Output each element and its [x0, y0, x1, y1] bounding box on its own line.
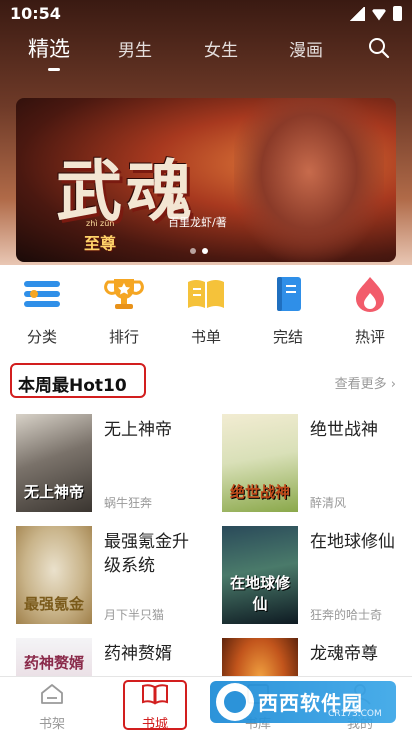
signal-icon	[349, 6, 365, 21]
category-shortcuts: 分类 排行 书单 完结 热评	[0, 272, 412, 352]
category-label: 书单	[190, 328, 221, 346]
nav-tab-male[interactable]: 男生	[118, 36, 152, 61]
book-author: 月下半只猫	[104, 608, 165, 622]
tab-bookshelf[interactable]: 书架	[20, 683, 84, 732]
book-cover	[222, 638, 298, 680]
site-watermark: 西西软件园 CR173.COM	[210, 681, 396, 723]
book-item[interactable]: 无上神帝 无上神帝 蜗牛狂奔	[16, 414, 216, 514]
active-tab-highlight	[123, 680, 187, 730]
promo-banner[interactable]: 武魂 zhì zūn 至尊 百里龙虾/著	[16, 98, 396, 262]
status-icons	[349, 6, 402, 21]
book-title: 绝世战神	[310, 420, 378, 440]
book-item[interactable]: 龙魂帝尊	[222, 638, 412, 680]
category-label: 分类	[26, 328, 57, 346]
book-item[interactable]: 在地球修仙 在地球修仙 狂奔的哈士奇	[222, 526, 412, 626]
banner-author: 百里龙虾/著	[168, 216, 227, 229]
book-title: 龙魂帝尊	[310, 644, 378, 664]
category-classify[interactable]: 分类	[12, 276, 72, 347]
bookshelf-icon	[41, 684, 63, 704]
category-booklist[interactable]: 书单	[176, 276, 236, 347]
category-label: 完结	[272, 328, 303, 346]
book-title: 无上神帝	[104, 420, 172, 440]
banner-pager	[190, 248, 208, 254]
banner-subtitle: 至尊	[84, 234, 117, 253]
section-title: 本周最Hot10	[18, 376, 127, 396]
see-more-link[interactable]: 查看更多 ›	[335, 373, 396, 392]
status-time: 10:54	[10, 4, 61, 23]
trophy-icon	[104, 279, 144, 309]
pager-dot-active[interactable]	[202, 248, 208, 254]
book-item[interactable]: 绝世战神 绝世战神 醉清风	[222, 414, 412, 514]
category-ranking[interactable]: 排行	[94, 276, 154, 347]
category-completed[interactable]: 完结	[258, 276, 318, 347]
book-cover: 药神赘婿	[16, 638, 92, 680]
book-cover: 绝世战神	[222, 414, 298, 512]
banner-pinyin: zhì zūn	[86, 219, 115, 228]
nav-tab-female[interactable]: 女生	[204, 36, 238, 61]
book-author: 醉清风	[310, 496, 347, 510]
chevron-right-icon: ›	[390, 377, 396, 392]
book-author: 蜗牛狂奔	[104, 496, 153, 510]
book-title: 在地球修仙	[310, 532, 395, 552]
top-nav: 精选 男生 女生 漫画	[0, 32, 412, 72]
pager-dot[interactable]	[190, 248, 196, 254]
category-hot-reviews[interactable]: 热评	[340, 276, 400, 347]
hot-book-grid: 无上神帝 无上神帝 蜗牛狂奔 绝世战神 绝世战神 醉清风 最强氪金 最强氪金升级…	[0, 412, 412, 680]
book-author: 狂奔的哈士奇	[310, 608, 383, 622]
nav-tab-featured[interactable]: 精选	[28, 33, 70, 63]
book-title: 最强氪金升级系统	[104, 532, 189, 576]
book-title: 药神赘婿	[104, 644, 172, 664]
app-screen: 10:54 精选 男生 女生 漫画 武魂 zhì zūn 至尊 百里龙虾/著 分…	[0, 0, 412, 732]
book-item[interactable]: 药神赘婿 药神赘婿	[16, 638, 216, 680]
nav-tab-comics[interactable]: 漫画	[289, 36, 323, 61]
book-cover: 无上神帝	[16, 414, 92, 512]
banner-character-art	[234, 98, 384, 262]
watermark-url: CR173.COM	[328, 709, 382, 719]
search-icon[interactable]	[368, 37, 390, 59]
category-label: 热评	[354, 328, 385, 346]
book-cover: 在地球修仙	[222, 526, 298, 624]
flame-icon	[356, 277, 384, 312]
list-icon	[24, 281, 60, 307]
book-item[interactable]: 最强氪金 最强氪金升级系统 月下半只猫	[16, 526, 216, 626]
tab-label: 书架	[38, 717, 65, 732]
battery-icon	[393, 6, 402, 21]
hot-section-header: 本周最Hot10 查看更多 ›	[0, 360, 412, 404]
nav-active-indicator	[48, 68, 60, 71]
status-bar: 10:54	[0, 0, 412, 28]
open-book-icon	[188, 280, 224, 308]
category-label: 排行	[108, 328, 139, 346]
book-cover: 最强氪金	[16, 526, 92, 624]
watermark-logo-icon	[216, 683, 254, 721]
wifi-icon	[371, 9, 387, 21]
bookmark-book-icon	[277, 277, 301, 311]
